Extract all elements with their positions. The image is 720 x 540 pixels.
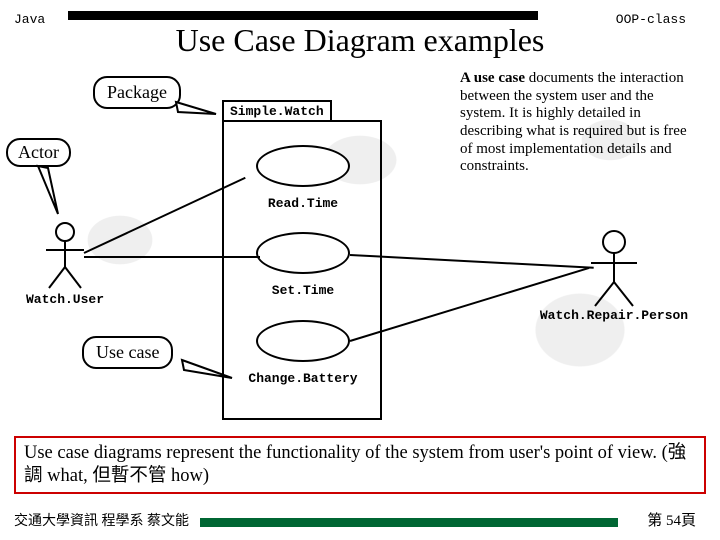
- label-package-tail: [172, 98, 222, 120]
- footer-bar: [200, 518, 618, 527]
- description-lead: A use case: [460, 70, 525, 86]
- usecase-read-time-label: Read.Time: [268, 196, 338, 211]
- actor-right-label: Watch.Repair.Person: [529, 308, 699, 323]
- stick-figure-icon: [40, 222, 90, 292]
- page-title: Use Case Diagram examples: [0, 22, 720, 59]
- summary-box: Use case diagrams represent the function…: [14, 436, 706, 494]
- actor-left-label: Watch.User: [20, 292, 110, 307]
- usecase-set-time-label: Set.Time: [272, 283, 334, 298]
- assoc-repair-set: [350, 254, 594, 269]
- usecase-change-battery: [256, 320, 350, 362]
- footer-left: 交通大學資訊 程學系 蔡文能: [14, 510, 189, 530]
- usecase-change-battery-label: Change.Battery: [233, 371, 373, 386]
- usecase-read-time: [256, 145, 350, 187]
- label-usecase: Use case: [82, 336, 173, 369]
- actor-watch-user: Watch.User: [40, 222, 110, 307]
- assoc-repair-change: [350, 267, 590, 342]
- label-package: Package: [93, 76, 181, 109]
- assoc-user-set: [84, 256, 260, 258]
- package-tab: Simple.Watch: [222, 100, 332, 121]
- label-actor-tail: [30, 164, 70, 220]
- description-paragraph: A use case documents the interaction bet…: [460, 70, 702, 176]
- label-actor: Actor: [6, 138, 71, 167]
- header-bar: [68, 11, 538, 20]
- usecase-set-time: [256, 232, 350, 274]
- actor-watch-repair-person: Watch.Repair.Person: [584, 230, 699, 323]
- stick-figure-icon: [584, 230, 644, 308]
- footer-right: 第 54頁: [647, 509, 696, 530]
